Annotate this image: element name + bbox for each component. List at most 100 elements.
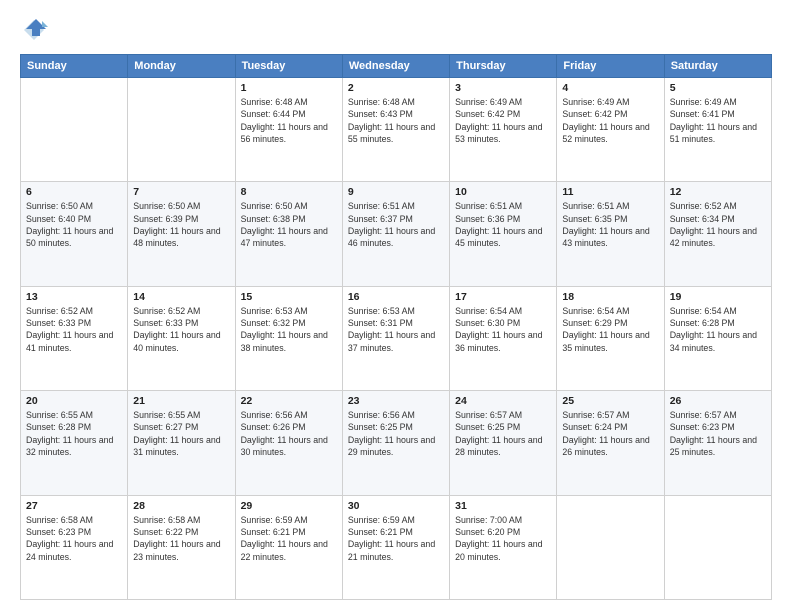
logo: [20, 16, 52, 44]
day-number: 28: [133, 500, 229, 512]
day-info: Sunrise: 6:56 AM Sunset: 6:25 PM Dayligh…: [348, 409, 444, 458]
day-info: Sunrise: 6:54 AM Sunset: 6:28 PM Dayligh…: [670, 305, 766, 354]
day-info: Sunrise: 6:53 AM Sunset: 6:32 PM Dayligh…: [241, 305, 337, 354]
day-number: 22: [241, 395, 337, 407]
day-number: 21: [133, 395, 229, 407]
day-number: 1: [241, 82, 337, 94]
calendar-cell: 30Sunrise: 6:59 AM Sunset: 6:21 PM Dayli…: [342, 495, 449, 599]
weekday-header-wednesday: Wednesday: [342, 55, 449, 78]
day-number: 31: [455, 500, 551, 512]
day-info: Sunrise: 6:50 AM Sunset: 6:38 PM Dayligh…: [241, 200, 337, 249]
day-info: Sunrise: 6:55 AM Sunset: 6:28 PM Dayligh…: [26, 409, 122, 458]
day-number: 23: [348, 395, 444, 407]
day-info: Sunrise: 6:57 AM Sunset: 6:23 PM Dayligh…: [670, 409, 766, 458]
day-info: Sunrise: 6:53 AM Sunset: 6:31 PM Dayligh…: [348, 305, 444, 354]
day-info: Sunrise: 6:56 AM Sunset: 6:26 PM Dayligh…: [241, 409, 337, 458]
calendar-week-row: 13Sunrise: 6:52 AM Sunset: 6:33 PM Dayli…: [21, 286, 772, 390]
weekday-header-row: SundayMondayTuesdayWednesdayThursdayFrid…: [21, 55, 772, 78]
calendar-cell: 12 Sunrise: 6:52 AM Sunset: 6:34 PM Dayli…: [664, 182, 771, 286]
day-number: 29: [241, 500, 337, 512]
weekday-header-tuesday: Tuesday: [235, 55, 342, 78]
day-number: 19: [670, 291, 766, 303]
day-number: 14: [133, 291, 229, 303]
calendar-week-row: 1 Sunrise: 6:48 AM Sunset: 6:44 PM Daylig…: [21, 78, 772, 182]
calendar-cell: 21 Sunrise: 6:55 AM Sunset: 6:27 PM Dayli…: [128, 391, 235, 495]
day-number: 25: [562, 395, 658, 407]
day-number: 24: [455, 395, 551, 407]
logo-icon: [20, 16, 48, 44]
calendar-cell: 31Sunrise: 7:00 AM Sunset: 6:20 PM Dayli…: [450, 495, 557, 599]
calendar-cell: 26 Sunrise: 6:57 AM Sunset: 6:23 PM Dayli…: [664, 391, 771, 495]
weekday-header-sunday: Sunday: [21, 55, 128, 78]
day-info: Sunrise: 6:51 AM Sunset: 6:36 PM Dayligh…: [455, 200, 551, 249]
calendar-cell: 25 Sunrise: 6:57 AM Sunset: 6:24 PM Dayli…: [557, 391, 664, 495]
calendar-cell: 3 Sunrise: 6:49 AM Sunset: 6:42 PM Daylig…: [450, 78, 557, 182]
calendar-cell: 14 Sunrise: 6:52 AM Sunset: 6:33 PM Dayli…: [128, 286, 235, 390]
calendar-cell: [21, 78, 128, 182]
calendar-cell: 28 Sunrise: 6:58 AM Sunset: 6:22 PM Dayli…: [128, 495, 235, 599]
day-info: Sunrise: 6:55 AM Sunset: 6:27 PM Dayligh…: [133, 409, 229, 458]
day-number: 9: [348, 186, 444, 198]
day-info: Sunrise: 6:51 AM Sunset: 6:35 PM Dayligh…: [562, 200, 658, 249]
calendar-cell: 13Sunrise: 6:52 AM Sunset: 6:33 PM Dayli…: [21, 286, 128, 390]
day-info: Sunrise: 6:49 AM Sunset: 6:42 PM Dayligh…: [562, 96, 658, 145]
calendar-cell: 16 Sunrise: 6:53 AM Sunset: 6:31 PM Dayli…: [342, 286, 449, 390]
page: SundayMondayTuesdayWednesdayThursdayFrid…: [0, 0, 792, 612]
calendar-cell: 19 Sunrise: 6:54 AM Sunset: 6:28 PM Dayli…: [664, 286, 771, 390]
calendar-cell: [557, 495, 664, 599]
calendar-cell: [128, 78, 235, 182]
calendar-cell: 7Sunrise: 6:50 AM Sunset: 6:39 PM Daylig…: [128, 182, 235, 286]
calendar-cell: 9 Sunrise: 6:51 AM Sunset: 6:37 PM Daylig…: [342, 182, 449, 286]
day-info: Sunrise: 6:54 AM Sunset: 6:30 PM Dayligh…: [455, 305, 551, 354]
calendar-cell: 20 Sunrise: 6:55 AM Sunset: 6:28 PM Dayli…: [21, 391, 128, 495]
calendar-table: SundayMondayTuesdayWednesdayThursdayFrid…: [20, 54, 772, 600]
calendar-cell: 23 Sunrise: 6:56 AM Sunset: 6:25 PM Dayli…: [342, 391, 449, 495]
weekday-header-friday: Friday: [557, 55, 664, 78]
day-number: 5: [670, 82, 766, 94]
day-number: 10: [455, 186, 551, 198]
weekday-header-monday: Monday: [128, 55, 235, 78]
calendar-cell: 5 Sunrise: 6:49 AM Sunset: 6:41 PM Daylig…: [664, 78, 771, 182]
weekday-header-saturday: Saturday: [664, 55, 771, 78]
calendar-cell: 2 Sunrise: 6:48 AM Sunset: 6:43 PM Daylig…: [342, 78, 449, 182]
calendar-week-row: 6 Sunrise: 6:50 AM Sunset: 6:40 PM Daylig…: [21, 182, 772, 286]
day-number: 2: [348, 82, 444, 94]
calendar-cell: 22 Sunrise: 6:56 AM Sunset: 6:26 PM Dayli…: [235, 391, 342, 495]
day-info: Sunrise: 6:52 AM Sunset: 6:34 PM Dayligh…: [670, 200, 766, 249]
calendar-cell: 11 Sunrise: 6:51 AM Sunset: 6:35 PM Dayli…: [557, 182, 664, 286]
day-info: Sunrise: 6:50 AM Sunset: 6:39 PM Dayligh…: [133, 200, 229, 249]
calendar-cell: 4 Sunrise: 6:49 AM Sunset: 6:42 PM Daylig…: [557, 78, 664, 182]
day-number: 12: [670, 186, 766, 198]
day-info: Sunrise: 6:58 AM Sunset: 6:22 PM Dayligh…: [133, 514, 229, 563]
day-info: Sunrise: 6:51 AM Sunset: 6:37 PM Dayligh…: [348, 200, 444, 249]
day-number: 11: [562, 186, 658, 198]
day-number: 3: [455, 82, 551, 94]
calendar-cell: 10 Sunrise: 6:51 AM Sunset: 6:36 PM Dayli…: [450, 182, 557, 286]
day-number: 17: [455, 291, 551, 303]
calendar-cell: 6 Sunrise: 6:50 AM Sunset: 6:40 PM Daylig…: [21, 182, 128, 286]
calendar-cell: 29Sunrise: 6:59 AM Sunset: 6:21 PM Dayli…: [235, 495, 342, 599]
day-number: 16: [348, 291, 444, 303]
day-number: 20: [26, 395, 122, 407]
header: [20, 16, 772, 44]
day-info: Sunrise: 6:50 AM Sunset: 6:40 PM Dayligh…: [26, 200, 122, 249]
calendar-cell: 1 Sunrise: 6:48 AM Sunset: 6:44 PM Daylig…: [235, 78, 342, 182]
day-info: Sunrise: 6:54 AM Sunset: 6:29 PM Dayligh…: [562, 305, 658, 354]
calendar-week-row: 27Sunrise: 6:58 AM Sunset: 6:23 PM Dayli…: [21, 495, 772, 599]
calendar-cell: 18 Sunrise: 6:54 AM Sunset: 6:29 PM Dayli…: [557, 286, 664, 390]
day-number: 8: [241, 186, 337, 198]
day-number: 18: [562, 291, 658, 303]
day-info: Sunrise: 6:49 AM Sunset: 6:42 PM Dayligh…: [455, 96, 551, 145]
calendar-cell: 27Sunrise: 6:58 AM Sunset: 6:23 PM Dayli…: [21, 495, 128, 599]
day-info: Sunrise: 6:48 AM Sunset: 6:43 PM Dayligh…: [348, 96, 444, 145]
day-info: Sunrise: 6:57 AM Sunset: 6:24 PM Dayligh…: [562, 409, 658, 458]
day-number: 6: [26, 186, 122, 198]
day-info: Sunrise: 6:59 AM Sunset: 6:21 PM Dayligh…: [348, 514, 444, 563]
day-number: 26: [670, 395, 766, 407]
day-info: Sunrise: 6:49 AM Sunset: 6:41 PM Dayligh…: [670, 96, 766, 145]
day-info: Sunrise: 6:48 AM Sunset: 6:44 PM Dayligh…: [241, 96, 337, 145]
day-number: 4: [562, 82, 658, 94]
day-info: Sunrise: 6:52 AM Sunset: 6:33 PM Dayligh…: [133, 305, 229, 354]
calendar-cell: 24 Sunrise: 6:57 AM Sunset: 6:25 PM Dayli…: [450, 391, 557, 495]
day-info: Sunrise: 6:57 AM Sunset: 6:25 PM Dayligh…: [455, 409, 551, 458]
